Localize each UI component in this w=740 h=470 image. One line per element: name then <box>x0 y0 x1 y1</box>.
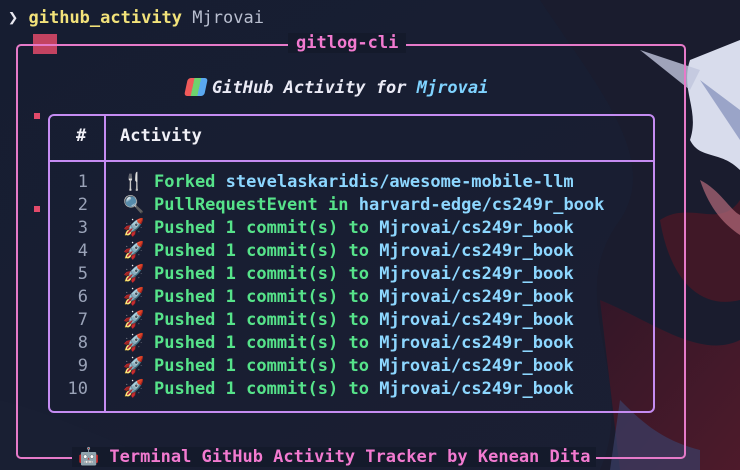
header-divider <box>50 160 653 162</box>
activity-connector: to <box>348 310 369 330</box>
row-number: 8 <box>77 333 88 353</box>
activity-connector: to <box>348 379 369 399</box>
prompt-chevron-icon: ❯ <box>8 8 19 28</box>
activity-action: Forked <box>154 172 216 192</box>
magnifier-icon: 🔍 <box>123 195 145 215</box>
activity-action: Pushed 1 commit(s) <box>154 356 339 376</box>
shell-prompt: ❯ github_activity Mjrovai <box>8 8 264 28</box>
repository-name: Mjrovai/cs249r_book <box>379 218 574 238</box>
row-activity: Pushed 1 commit(s) to Mjrovai/cs249r_boo… <box>154 264 574 284</box>
row-activity: Pushed 1 commit(s) to Mjrovai/cs249r_boo… <box>154 287 574 307</box>
activity-connector: to <box>348 241 369 261</box>
activity-action: Pushed 1 commit(s) <box>154 310 339 330</box>
row-number: 2 <box>77 195 88 215</box>
rocket-icon: 🚀 <box>123 356 145 376</box>
repository-name: Mjrovai/cs249r_book <box>379 310 574 330</box>
command-text: github_activity <box>28 8 183 28</box>
row-number: 10 <box>67 379 88 399</box>
column-header-number: # <box>76 126 87 146</box>
rocket-icon: 🚀 <box>123 379 145 399</box>
row-number: 1 <box>77 172 88 192</box>
heading-prefix: GitHub Activity for <box>212 78 407 98</box>
repository-name: Mjrovai/cs249r_book <box>379 356 574 376</box>
robot-icon: 🤖 <box>78 447 100 467</box>
row-activity: Pushed 1 commit(s) to Mjrovai/cs249r_boo… <box>154 218 574 238</box>
repository-name: Mjrovai/cs249r_book <box>379 379 574 399</box>
row-number: 6 <box>77 287 88 307</box>
repository-name: harvard-edge/cs249r_book <box>358 195 605 215</box>
repository-name: stevelaskaridis/awesome-mobile-llm <box>225 172 574 192</box>
command-argument: Mjrovai <box>192 8 264 28</box>
traffic-light-icon <box>184 78 208 96</box>
activity-connector: to <box>348 264 369 284</box>
rocket-icon: 🚀 <box>123 218 145 238</box>
row-activity: Pushed 1 commit(s) to Mjrovai/cs249r_boo… <box>154 310 574 330</box>
activity-connector: in <box>328 195 349 215</box>
panel-footer: 🤖 Terminal GitHub Activity Tracker by Ke… <box>72 447 597 467</box>
row-number: 9 <box>77 356 88 376</box>
row-activity: Forked stevelaskaridis/awesome-mobile-ll… <box>154 172 574 192</box>
activity-action: Pushed 1 commit(s) <box>154 264 339 284</box>
fork-and-knife-icon: 🍴 <box>123 172 145 192</box>
repository-name: Mjrovai/cs249r_book <box>379 241 574 261</box>
panel-title: gitlog-cli <box>288 33 407 53</box>
rocket-icon: 🚀 <box>123 287 145 307</box>
activity-action: Pushed 1 commit(s) <box>154 287 339 307</box>
activity-action: Pushed 1 commit(s) <box>154 218 339 238</box>
heading-username: Mjrovai <box>416 78 489 98</box>
activity-action: PullRequestEvent <box>154 195 318 215</box>
activity-connector: to <box>348 218 369 238</box>
rocket-icon: 🚀 <box>123 241 145 261</box>
row-number: 5 <box>77 264 88 284</box>
rocket-icon: 🚀 <box>123 310 145 330</box>
row-number: 3 <box>77 218 88 238</box>
activity-heading: GitHub Activity for Mjrovai <box>184 78 489 98</box>
row-number: 7 <box>77 310 88 330</box>
activity-connector: to <box>348 356 369 376</box>
activity-action: Pushed 1 commit(s) <box>154 333 339 353</box>
rocket-icon: 🚀 <box>123 264 145 284</box>
row-activity: Pushed 1 commit(s) to Mjrovai/cs249r_boo… <box>154 379 574 399</box>
row-number: 4 <box>77 241 88 261</box>
activity-action: Pushed 1 commit(s) <box>154 379 339 399</box>
activity-connector: to <box>348 333 369 353</box>
row-activity: Pushed 1 commit(s) to Mjrovai/cs249r_boo… <box>154 333 574 353</box>
row-activity: Pushed 1 commit(s) to Mjrovai/cs249r_boo… <box>154 241 574 261</box>
column-header-activity: Activity <box>120 126 202 146</box>
repository-name: Mjrovai/cs249r_book <box>379 287 574 307</box>
repository-name: Mjrovai/cs249r_book <box>379 264 574 284</box>
panel-footer-text: Terminal GitHub Activity Tracker by Kene… <box>109 447 591 467</box>
activity-connector: to <box>348 287 369 307</box>
repository-name: Mjrovai/cs249r_book <box>379 333 574 353</box>
row-activity: PullRequestEvent in harvard-edge/cs249r_… <box>154 195 604 215</box>
row-activity: Pushed 1 commit(s) to Mjrovai/cs249r_boo… <box>154 356 574 376</box>
activity-action: Pushed 1 commit(s) <box>154 241 339 261</box>
rocket-icon: 🚀 <box>123 333 145 353</box>
